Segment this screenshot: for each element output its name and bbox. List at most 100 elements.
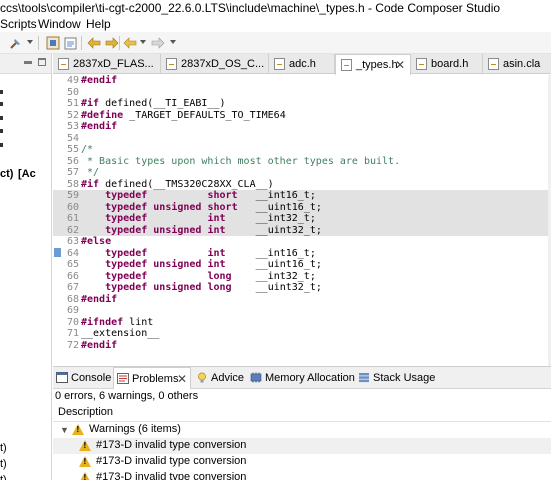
code-text[interactable]: /* — [81, 144, 93, 156]
console-icon — [56, 372, 68, 383]
problem-row[interactable]: #173-D invalid type conversion — [53, 438, 551, 454]
code-line[interactable]: 57 */ — [53, 167, 551, 179]
debug-pin-icon[interactable] — [8, 35, 24, 51]
code-line[interactable]: 60 typedef unsigned short __uint16_t; — [53, 201, 551, 214]
code-line[interactable]: 53 #endif — [53, 121, 551, 133]
code-line[interactable]: 70 #ifndef lint — [53, 317, 551, 329]
code-text[interactable]: #endif — [81, 121, 117, 133]
code-text[interactable]: #if defined(__TMS320C28XX_CLA__) — [81, 179, 274, 191]
forward-arrow-icon[interactable] — [150, 35, 166, 51]
code-text[interactable]: typedef long __int32_t; — [81, 271, 316, 283]
next-annotation-icon[interactable] — [104, 35, 120, 51]
code-line[interactable]: 54 — [53, 133, 551, 145]
code-line[interactable]: 69 — [53, 305, 551, 317]
chevron-down-icon[interactable]: ▼ — [60, 425, 69, 435]
tab-memory-allocation[interactable]: Memory Allocation — [247, 367, 355, 389]
chevron-down-icon[interactable] — [27, 40, 33, 44]
tab-console[interactable]: Console — [53, 367, 113, 389]
code-text[interactable]: typedef int __int16_t; — [81, 248, 316, 260]
tab-2837xd-os-c[interactable]: 2837xD_OS_C... — [161, 54, 269, 74]
tab-label: 2837xD_OS_C... — [181, 58, 265, 70]
build-icon[interactable] — [45, 35, 61, 51]
warnings-group-row[interactable]: ▼ Warnings (6 items) — [53, 422, 551, 438]
tree-item[interactable]: t) — [0, 458, 7, 470]
code-line[interactable]: 50 — [53, 87, 551, 99]
tab-stack-usage[interactable]: Stack Usage — [355, 367, 435, 389]
code-text[interactable]: */ — [81, 167, 99, 179]
problem-row[interactable]: #173-D invalid type conversion — [53, 454, 551, 470]
tree-item[interactable]: ct) — [0, 168, 13, 180]
code-text[interactable]: #define _TARGET_DEFAULTS_TO_TIME64 — [81, 110, 286, 122]
tab-board-h[interactable]: board.h — [411, 54, 483, 74]
tab-2837xd-flash[interactable]: 2837xD_FLAS... — [53, 54, 161, 74]
code-text[interactable]: typedef unsigned int __uint16_t; — [81, 259, 322, 271]
code-editor[interactable]: 49 #endif 50 51 #if defined(__TI_EABI__) 52 #d… — [53, 75, 551, 366]
chevron-down-icon[interactable] — [170, 40, 176, 44]
line-number: 72 — [66, 339, 79, 351]
pane-header — [0, 54, 51, 74]
code-text[interactable]: #endif — [81, 75, 117, 87]
code-line[interactable]: 55/* — [53, 144, 551, 156]
tab-adc-h[interactable]: adc.h — [269, 54, 335, 74]
problem-row[interactable]: #173-D invalid type conversion — [53, 470, 551, 480]
prev-annotation-icon[interactable] — [86, 35, 102, 51]
code-line[interactable]: 52 #define _TARGET_DEFAULTS_TO_TIME64 — [53, 110, 551, 122]
tab-asin-cla[interactable]: asin.cla — [483, 54, 551, 74]
code-line[interactable]: 59 typedef short __int16_t; — [53, 190, 551, 202]
code-text[interactable]: typedef unsigned long __uint32_t; — [81, 282, 322, 294]
cla-file-icon — [488, 58, 499, 70]
menu-help[interactable]: Help — [86, 17, 111, 31]
code-line[interactable]: 56 * Basic types upon which most other t… — [53, 156, 551, 168]
code-line[interactable]: 65 typedef unsigned int __uint16_t; — [53, 259, 551, 271]
tree-item[interactable]: t) — [0, 474, 7, 480]
chevron-down-icon[interactable] — [140, 40, 146, 44]
code-line[interactable]: 63 #else — [53, 236, 551, 248]
code-line[interactable]: 66 typedef long __int32_t; — [53, 271, 551, 283]
tree-marker — [0, 129, 3, 133]
column-description[interactable]: Description — [58, 406, 113, 418]
code-text[interactable]: __extension__ — [81, 328, 159, 340]
tab-types-h[interactable]: _types.h ✕ — [335, 54, 411, 75]
tree-marker — [0, 102, 3, 106]
code-line[interactable]: 64 typedef int __int16_t; — [53, 247, 551, 260]
code-line[interactable]: 62 typedef unsigned int __uint32_t; — [53, 224, 551, 237]
code-line[interactable]: 68 #endif — [53, 294, 551, 306]
code-line[interactable]: 72 #endif — [53, 340, 551, 352]
memory-icon — [250, 372, 262, 383]
open-file-icon[interactable] — [63, 35, 79, 51]
code-line[interactable]: 51 #if defined(__TI_EABI__) — [53, 98, 551, 110]
code-line[interactable]: 61 typedef int __int32_t; — [53, 213, 551, 225]
code-text[interactable]: #endif — [81, 294, 117, 306]
problems-table-header[interactable]: Description — [53, 404, 551, 422]
tree-item[interactable]: t) — [0, 442, 7, 454]
code-text[interactable]: typedef int __int32_t; — [81, 213, 316, 225]
code-line[interactable]: 58 #if defined(__TMS320C28XX_CLA__) — [53, 179, 551, 191]
minimize-icon[interactable] — [24, 61, 32, 64]
code-text[interactable]: * Basic types upon which most other type… — [81, 156, 400, 168]
line-number: 49 — [66, 75, 79, 86]
tab-problems[interactable]: Problems ✕ — [113, 367, 191, 389]
code-text[interactable]: typedef unsigned int __uint32_t; — [81, 225, 322, 237]
warnings-group-label: Warnings (6 items) — [89, 423, 181, 435]
tree-item[interactable]: [Ac — [18, 168, 36, 180]
lightbulb-icon — [198, 372, 206, 383]
code-line[interactable]: 49 #endif — [53, 75, 551, 87]
code-text[interactable]: typedef unsigned short __uint16_t; — [81, 202, 322, 214]
tab-label: board.h — [431, 58, 469, 70]
close-icon[interactable]: ✕ — [395, 58, 405, 72]
tab-label: Memory Allocation — [265, 372, 355, 384]
code-text[interactable]: #endif — [81, 340, 117, 352]
tab-advice[interactable]: Advice — [193, 367, 247, 389]
menu-window[interactable]: Window — [38, 17, 81, 31]
back-arrow-icon[interactable] — [122, 35, 138, 51]
code-line[interactable]: 67 typedef unsigned long __uint32_t; — [53, 282, 551, 294]
code-text[interactable]: #else — [81, 236, 111, 248]
maximize-icon[interactable] — [38, 58, 46, 66]
code-text[interactable]: #if defined(__TI_EABI__) — [81, 98, 226, 110]
line-number: 70 — [66, 316, 79, 328]
close-icon[interactable]: ✕ — [177, 372, 187, 386]
code-text[interactable]: typedef short __int16_t; — [81, 190, 316, 202]
code-line[interactable]: 71 __extension__ — [53, 328, 551, 340]
code-text[interactable]: #ifndef lint — [81, 317, 153, 329]
menu-scripts[interactable]: Scripts — [0, 17, 37, 31]
